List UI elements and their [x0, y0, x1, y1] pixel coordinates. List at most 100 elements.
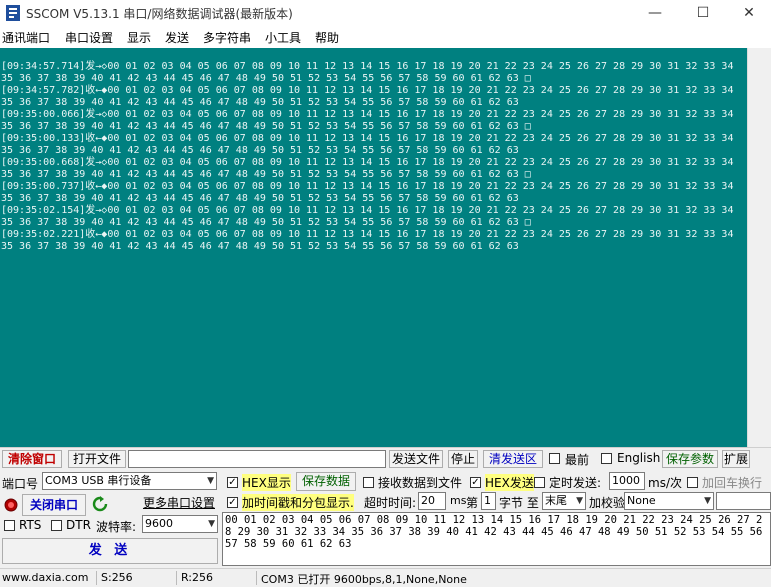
- log-line: [09:35:02.221]收←◆00 01 02 03 04 05 06 07…: [1, 229, 734, 240]
- add-crlf-label: 加回车换行: [702, 476, 763, 490]
- close-port-button[interactable]: 关闭串口: [22, 494, 86, 516]
- tail-value: 末尾: [545, 494, 567, 507]
- log-line: 35 36 37 38 39 40 41 42 43 44 45 46 47 4…: [1, 241, 519, 252]
- log-line: 35 36 37 38 39 40 41 42 43 44 45 46 47 4…: [1, 169, 531, 180]
- log-line: 35 36 37 38 39 40 41 42 43 44 45 46 47 4…: [1, 73, 531, 84]
- baud-label: 波特率:: [96, 520, 137, 534]
- app-icon: [6, 5, 20, 21]
- title-bar: SSCOM V5.13.1 串口/网络数据调试器(最新版本) — ☐ ✕: [0, 0, 771, 26]
- chevron-down-icon: ▼: [704, 496, 711, 506]
- dtr-checkbox[interactable]: [51, 520, 62, 531]
- log-line: [09:35:00.133]收←◆00 01 02 03 04 05 06 07…: [1, 133, 734, 144]
- menu-send[interactable]: 发送: [165, 29, 189, 46]
- topmost-checkbox[interactable]: [549, 453, 560, 464]
- receive-log-area[interactable]: [09:34:57.714]发→◇00 01 02 03 04 05 06 07…: [0, 48, 747, 447]
- minimize-button[interactable]: —: [635, 2, 675, 24]
- maximize-button[interactable]: ☐: [683, 2, 723, 24]
- port-value: COM3 USB 串行设备: [45, 474, 152, 487]
- save-params-button[interactable]: 保存参数: [662, 450, 718, 468]
- chevron-down-icon: ▼: [207, 476, 214, 486]
- hex-display-label: HEX显示: [242, 474, 291, 491]
- log-line: 35 36 37 38 39 40 41 42 43 44 45 46 47 4…: [1, 145, 519, 156]
- byte-mid-label: 字节 至: [499, 496, 539, 510]
- divider: [0, 447, 771, 448]
- baud-value: 9600: [145, 517, 173, 530]
- file-path-input[interactable]: [128, 450, 386, 468]
- timed-send-checkbox[interactable]: [534, 477, 545, 488]
- byte-index-input[interactable]: 1: [481, 492, 496, 510]
- english-label: English: [617, 451, 661, 465]
- receive-scrollbar[interactable]: [747, 48, 771, 447]
- english-checkbox[interactable]: [601, 453, 612, 464]
- checksum-select[interactable]: None ▼: [624, 492, 714, 510]
- log-line: 35 36 37 38 39 40 41 42 43 44 45 46 47 4…: [1, 121, 531, 132]
- status-divider: [256, 571, 257, 585]
- hex-send-label: HEX发送: [485, 474, 534, 491]
- stop-button[interactable]: 停止: [448, 450, 478, 468]
- log-line: [09:35:02.154]发→◇00 01 02 03 04 05 06 07…: [1, 205, 734, 216]
- menu-display[interactable]: 显示: [127, 29, 151, 46]
- send-button[interactable]: 发 送: [2, 538, 218, 564]
- log-line: [09:35:00.066]发→◇00 01 02 03 04 05 06 07…: [1, 109, 734, 120]
- port-select[interactable]: COM3 USB 串行设备 ▼: [42, 472, 217, 490]
- log-line: [09:35:00.668]发→◇00 01 02 03 04 05 06 07…: [1, 157, 734, 168]
- timeout-input[interactable]: 20: [418, 492, 446, 510]
- menu-multi-string[interactable]: 多字符串: [203, 29, 251, 46]
- status-bar: www.daxia.com S:256 R:256 COM3 已打开 9600b…: [0, 568, 771, 587]
- port-label: 端口号: [2, 477, 39, 491]
- hex-send-checkbox[interactable]: ✓: [470, 477, 481, 488]
- status-divider: [96, 571, 97, 585]
- port-status-text: COM3 已打开 9600bps,8,1,None,None: [261, 573, 467, 586]
- baud-select[interactable]: 9600 ▼: [142, 515, 218, 533]
- menu-comm-port[interactable]: 通讯端口: [2, 29, 50, 46]
- sent-count: S:256: [101, 571, 133, 584]
- dtr-label: DTR: [66, 518, 91, 532]
- send-data-textarea[interactable]: 00 01 02 03 04 05 06 07 08 09 10 11 12 1…: [222, 512, 771, 566]
- timeout-label: 超时时间:: [364, 496, 417, 510]
- website-link[interactable]: www.daxia.com: [2, 571, 89, 584]
- hex-display-checkbox[interactable]: ✓: [227, 477, 238, 488]
- more-serial-settings-button[interactable]: 更多串口设置: [140, 494, 218, 512]
- add-crlf-checkbox[interactable]: [687, 477, 698, 488]
- log-line: 35 36 37 38 39 40 41 42 43 44 45 46 47 4…: [1, 217, 531, 228]
- menu-serial-settings[interactable]: 串口设置: [65, 29, 113, 46]
- topmost-label: 最前: [565, 453, 590, 467]
- chevron-down-icon: ▼: [576, 496, 583, 506]
- recv-to-file-checkbox[interactable]: [363, 477, 374, 488]
- menu-tools[interactable]: 小工具: [265, 29, 301, 46]
- status-divider: [176, 571, 177, 585]
- timeout-unit: ms: [450, 494, 467, 507]
- send-file-button[interactable]: 发送文件: [389, 450, 443, 468]
- received-count: R:256: [181, 571, 214, 584]
- timestamp-checkbox[interactable]: ✓: [227, 497, 238, 508]
- tail-select[interactable]: 末尾 ▼: [542, 492, 586, 510]
- log-line: 35 36 37 38 39 40 41 42 43 44 45 46 47 4…: [1, 97, 519, 108]
- rts-label: RTS: [19, 518, 42, 532]
- rts-checkbox[interactable]: [4, 520, 15, 531]
- window-title: SSCOM V5.13.1 串口/网络数据调试器(最新版本): [26, 7, 293, 21]
- clear-send-button[interactable]: 清发送区: [483, 450, 543, 468]
- chevron-down-icon: ▼: [208, 519, 215, 529]
- interval-unit: ms/次: [648, 476, 682, 490]
- recv-to-file-label: 接收数据到文件: [378, 476, 463, 490]
- log-line: [09:34:57.782]收←◆00 01 02 03 04 05 06 07…: [1, 85, 734, 96]
- refresh-icon[interactable]: [92, 496, 108, 512]
- menu-bar: 通讯端口 串口设置 显示 发送 多字符串 小工具 帮助: [0, 26, 771, 49]
- menu-help[interactable]: 帮助: [315, 29, 339, 46]
- byte-prefix: 第: [466, 496, 479, 510]
- timestamp-label: 加时间戳和分包显示.: [242, 494, 354, 511]
- expand-button[interactable]: 扩展: [722, 450, 750, 468]
- log-line: [09:35:00.737]收←◆00 01 02 03 04 05 06 07…: [1, 181, 734, 192]
- timed-send-label: 定时发送:: [549, 476, 602, 490]
- log-line: [09:34:57.714]发→◇00 01 02 03 04 05 06 07…: [1, 61, 734, 72]
- interval-input[interactable]: 1000: [609, 472, 645, 490]
- save-data-button[interactable]: 保存数据: [296, 472, 356, 491]
- open-file-button[interactable]: 打开文件: [68, 450, 126, 468]
- log-line: 35 36 37 38 39 40 41 42 43 44 45 46 47 4…: [1, 193, 519, 204]
- close-button[interactable]: ✕: [729, 2, 769, 24]
- port-status-icon: [4, 498, 18, 512]
- checksum-value: None: [627, 494, 656, 507]
- clear-window-button[interactable]: 清除窗口: [2, 450, 62, 468]
- checksum-label: 加校验: [589, 496, 626, 510]
- checksum-extra-input[interactable]: [716, 492, 771, 510]
